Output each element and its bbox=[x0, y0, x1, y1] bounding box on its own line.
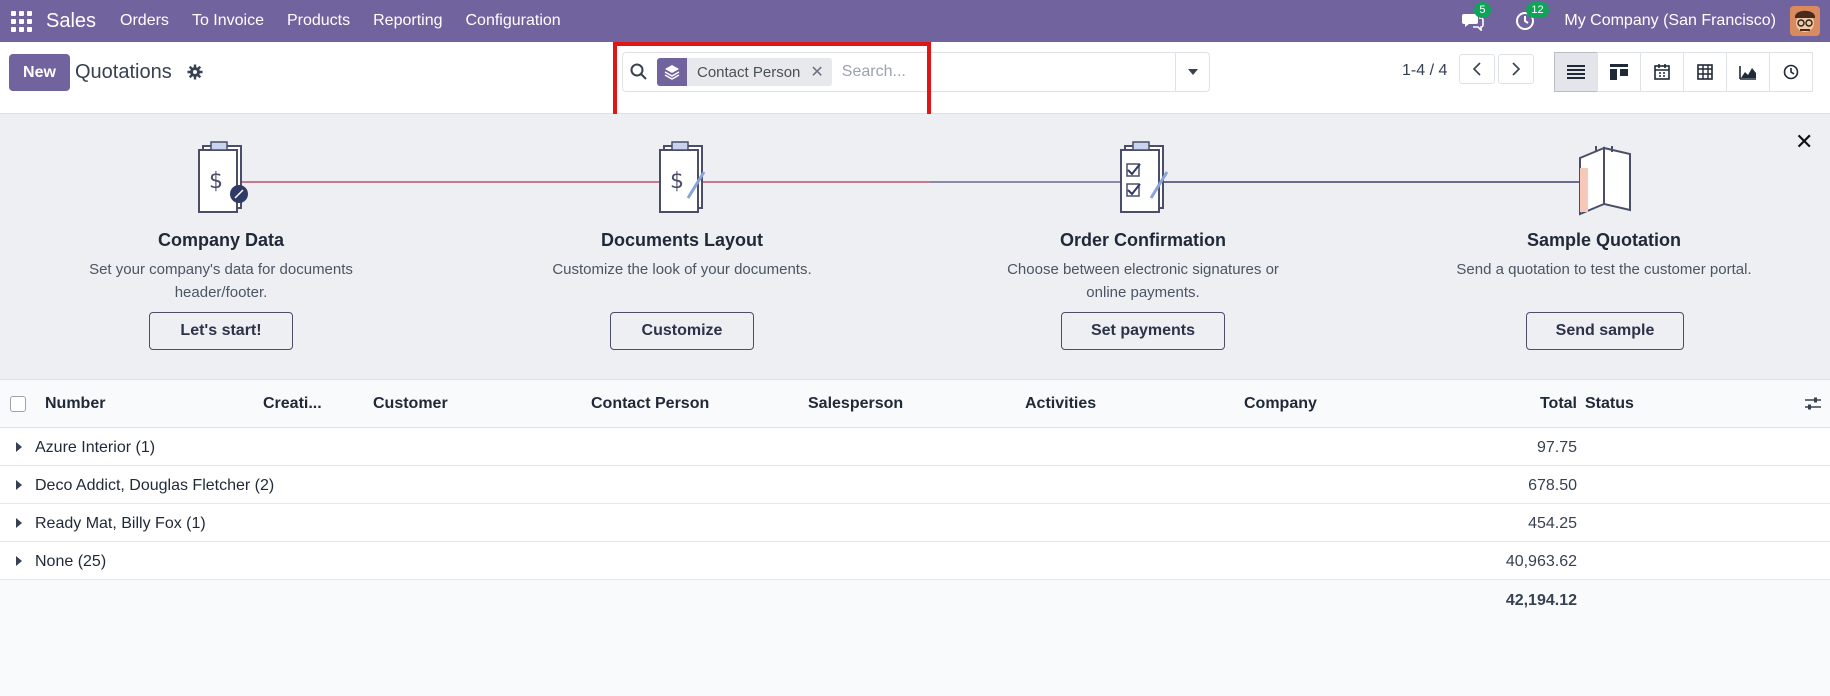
app-brand[interactable]: Sales bbox=[46, 10, 96, 33]
table-row[interactable]: Azure Interior (1) 97.75 bbox=[0, 428, 1830, 466]
pager-next-button[interactable] bbox=[1498, 54, 1534, 84]
column-contact-person[interactable]: Contact Person bbox=[591, 395, 709, 413]
table-row[interactable]: None (25) 40,963.62 bbox=[0, 542, 1830, 580]
company-switcher[interactable]: My Company (San Francisco) bbox=[1564, 12, 1776, 30]
group-label: None (25) bbox=[35, 553, 107, 570]
caret-right-icon bbox=[16, 442, 22, 452]
table-header: Number Creati... Customer Contact Person… bbox=[0, 380, 1830, 428]
group-label: Azure Interior (1) bbox=[35, 439, 156, 456]
graph-view-button[interactable] bbox=[1726, 52, 1770, 92]
column-creation-date[interactable]: Creati... bbox=[263, 395, 322, 413]
clock-icon bbox=[1783, 64, 1799, 80]
kanban-view-button[interactable] bbox=[1597, 52, 1641, 92]
checklist-icon bbox=[1120, 141, 1169, 213]
optional-columns-sliders-icon[interactable] bbox=[1805, 397, 1821, 411]
column-number[interactable]: Number bbox=[45, 395, 105, 413]
messages-button[interactable]: 5 bbox=[1460, 2, 1491, 34]
document-layout-icon: $ bbox=[659, 141, 706, 213]
table-footer: 42,194.12 bbox=[0, 580, 1830, 622]
step-description: Choose between electronic signatures or … bbox=[1007, 261, 1279, 301]
caret-right-icon bbox=[16, 480, 22, 490]
quotations-list: Number Creati... Customer Contact Person… bbox=[0, 380, 1830, 622]
step-title: Documents Layout bbox=[600, 230, 764, 250]
pager-previous-button[interactable] bbox=[1459, 54, 1495, 84]
group-total: 678.50 bbox=[1528, 477, 1577, 494]
progress-line-done bbox=[240, 181, 930, 183]
calendar-view-icon bbox=[1654, 64, 1670, 80]
send-sample-button[interactable]: Send sample bbox=[1526, 312, 1684, 350]
column-customer[interactable]: Customer bbox=[373, 395, 448, 413]
chevron-left-icon bbox=[1472, 62, 1481, 76]
app-menu-grid-icon[interactable] bbox=[10, 10, 32, 32]
lets-start-button[interactable]: Let's start! bbox=[149, 312, 293, 350]
group-label: Ready Mat, Billy Fox (1) bbox=[35, 515, 206, 532]
kanban-view-icon bbox=[1610, 64, 1628, 80]
group-total: 97.75 bbox=[1536, 439, 1577, 456]
group-label: Deco Addict, Douglas Fletcher (2) bbox=[35, 477, 275, 494]
column-activities[interactable]: Activities bbox=[1025, 395, 1096, 413]
activities-button[interactable]: 12 bbox=[1512, 2, 1549, 34]
top-navbar: Sales Orders To Invoice Products Reporti… bbox=[0, 0, 1830, 42]
set-payments-button[interactable]: Set payments bbox=[1061, 312, 1225, 350]
activity-view-button[interactable] bbox=[1769, 52, 1813, 92]
gear-icon[interactable] bbox=[187, 64, 203, 80]
pivot-view-button[interactable] bbox=[1683, 52, 1727, 92]
activities-count-badge: 12 bbox=[1526, 2, 1549, 18]
step-title: Sample Quotation bbox=[1526, 230, 1681, 250]
column-company[interactable]: Company bbox=[1244, 395, 1317, 413]
select-all-checkbox[interactable] bbox=[10, 396, 26, 412]
menu-configuration[interactable]: Configuration bbox=[466, 12, 561, 30]
search-bar[interactable]: Contact Person ✕ bbox=[622, 52, 1210, 92]
messages-count-badge: 5 bbox=[1474, 2, 1491, 18]
progress-line-todo bbox=[1150, 181, 1580, 183]
user-avatar[interactable] bbox=[1790, 6, 1820, 36]
step-description: Set your company's data for documents he… bbox=[89, 261, 353, 301]
pager-value[interactable]: 1-4 / 4 bbox=[1402, 62, 1447, 80]
grand-total: 42,194.12 bbox=[1505, 592, 1577, 609]
menu-products[interactable]: Products bbox=[287, 12, 350, 30]
search-input[interactable] bbox=[841, 63, 1172, 81]
customize-button[interactable]: Customize bbox=[610, 312, 754, 350]
caret-right-icon bbox=[16, 518, 22, 528]
chevron-right-icon bbox=[1512, 62, 1521, 76]
group-total: 40,963.62 bbox=[1505, 553, 1577, 570]
search-icon bbox=[630, 63, 647, 80]
progress-line-mid bbox=[930, 181, 1150, 183]
view-switcher bbox=[1554, 52, 1813, 92]
menu-to-invoice[interactable]: To Invoice bbox=[192, 12, 264, 30]
close-icon[interactable]: ✕ bbox=[1795, 129, 1813, 155]
open-folder-icon bbox=[1579, 146, 1631, 216]
list-view-button[interactable] bbox=[1554, 52, 1598, 92]
caret-down-icon bbox=[1187, 69, 1198, 75]
step-description: Send a quotation to test the customer po… bbox=[1456, 261, 1752, 278]
group-total: 454.25 bbox=[1528, 515, 1577, 532]
caret-right-icon bbox=[16, 556, 22, 566]
list-view-icon bbox=[1567, 65, 1585, 79]
svg-text:$: $ bbox=[209, 169, 223, 194]
step-title: Company Data bbox=[157, 230, 285, 250]
column-status[interactable]: Status bbox=[1585, 395, 1634, 413]
column-salesperson[interactable]: Salesperson bbox=[808, 395, 903, 413]
search-facet: Contact Person ✕ bbox=[657, 58, 832, 86]
onboarding-panel: ✕ $ Company Data Set your company's data… bbox=[0, 114, 1830, 380]
step-description: Customize the look of your documents. bbox=[552, 261, 812, 278]
column-total[interactable]: Total bbox=[1540, 395, 1577, 413]
calendar-view-button[interactable] bbox=[1640, 52, 1684, 92]
facet-remove-icon[interactable]: ✕ bbox=[810, 62, 823, 82]
svg-text:$: $ bbox=[670, 169, 684, 194]
group-by-layers-icon bbox=[657, 58, 687, 86]
table-row[interactable]: Deco Addict, Douglas Fletcher (2) 678.50 bbox=[0, 466, 1830, 504]
step-title: Order Confirmation bbox=[1059, 230, 1226, 250]
new-button[interactable]: New bbox=[9, 54, 70, 91]
menu-orders[interactable]: Orders bbox=[120, 12, 169, 30]
facet-label: Contact Person bbox=[697, 63, 801, 81]
search-options-toggle[interactable] bbox=[1175, 53, 1209, 91]
invoice-document-icon: $ bbox=[198, 141, 248, 213]
pivot-view-icon bbox=[1697, 64, 1713, 80]
page-title: Quotations bbox=[75, 61, 172, 83]
area-chart-icon bbox=[1739, 66, 1756, 80]
table-row[interactable]: Ready Mat, Billy Fox (1) 454.25 bbox=[0, 504, 1830, 542]
control-panel: New Quotations Contact Person ✕ 1-4 / 4 bbox=[0, 42, 1830, 114]
menu-reporting[interactable]: Reporting bbox=[373, 12, 442, 30]
